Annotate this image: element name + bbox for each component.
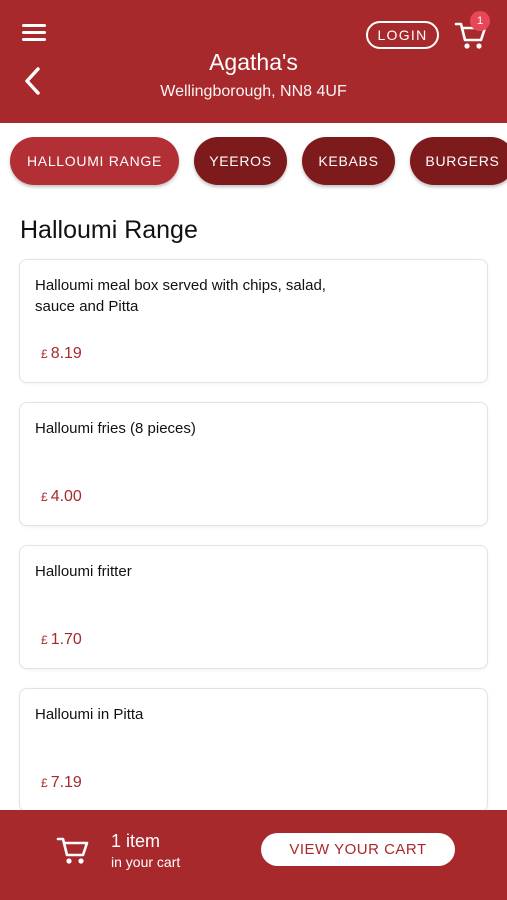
price-value: 4.00 [50, 488, 82, 505]
item-name: Halloumi fritter [35, 563, 132, 580]
item-price: £8.19 [41, 345, 82, 363]
price-value: 7.19 [50, 774, 82, 791]
cart-count-badge: 1 [470, 11, 490, 31]
currency-symbol: £ [41, 347, 48, 361]
item-name: Halloumi meal box served with chips, sal… [35, 277, 326, 315]
tab-halloumi-range[interactable]: HALLOUMI RANGE [10, 137, 179, 185]
store-address: Wellingborough, NN8 4UF [160, 83, 347, 100]
item-price: £4.00 [41, 488, 82, 506]
currency-symbol: £ [41, 776, 48, 790]
currency-symbol: £ [41, 490, 48, 504]
currency-symbol: £ [41, 633, 48, 647]
price-value: 8.19 [50, 345, 82, 362]
item-price: £7.19 [41, 774, 82, 792]
cart-footer-bar: 1 item in your cart VIEW YOUR CART [0, 810, 507, 900]
price-value: 1.70 [50, 631, 82, 648]
item-name: Halloumi fries (8 pieces) [35, 420, 196, 437]
category-tabs: HALLOUMI RANGE YEEROS KEBABS BURGERS [0, 123, 507, 199]
cart-item-subtext: in your cart [111, 854, 181, 870]
shopping-cart-icon [56, 833, 92, 867]
tab-kebabs[interactable]: KEBABS [302, 137, 395, 185]
menu-item-card[interactable]: Halloumi meal box served with chips, sal… [19, 259, 488, 383]
menu-item-card[interactable]: Halloumi fries (8 pieces) £4.00 [19, 402, 488, 526]
view-cart-button[interactable]: VIEW YOUR CART [261, 833, 455, 866]
item-price: £1.70 [41, 631, 82, 649]
section-title: Halloumi Range [20, 216, 198, 244]
tab-yeeros[interactable]: YEEROS [194, 137, 287, 185]
menu-item-card[interactable]: Halloumi fritter £1.70 [19, 545, 488, 669]
tab-burgers[interactable]: BURGERS [410, 137, 507, 185]
menu-item-card[interactable]: Halloumi in Pitta £7.19 [19, 688, 488, 812]
login-button[interactable]: LOGIN [366, 21, 439, 49]
app-header: LOGIN 1 Agatha's Wellingborough, NN8 4UF [0, 0, 507, 123]
hamburger-menu-icon[interactable] [22, 24, 48, 46]
store-name: Agatha's [209, 49, 298, 75]
item-name: Halloumi in Pitta [35, 706, 144, 723]
cart-item-count: 1 item [111, 831, 161, 851]
